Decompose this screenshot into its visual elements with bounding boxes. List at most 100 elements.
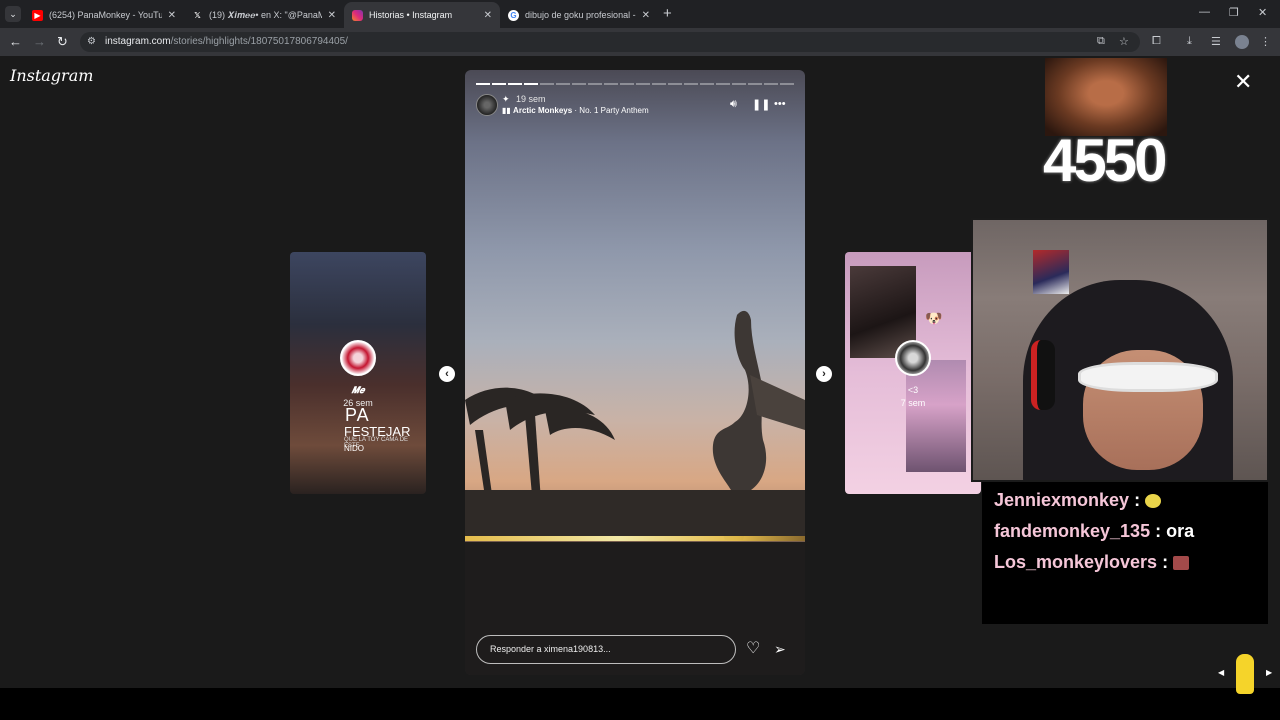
progress-segment xyxy=(476,83,490,85)
progress-segment xyxy=(732,83,746,85)
story-photo xyxy=(906,360,966,472)
story-time: 19 sem xyxy=(516,94,546,104)
progress-segment xyxy=(668,83,682,85)
progress-segment xyxy=(508,83,522,85)
heart-icon[interactable]: ♡ xyxy=(746,640,760,658)
restore-icon[interactable]: ❐ xyxy=(1229,6,1239,19)
instagram-logo[interactable]: Instagram xyxy=(10,66,93,85)
more-options-icon[interactable]: ••• xyxy=(774,98,786,110)
chat-user: fandemonkey_135 xyxy=(994,521,1151,541)
tab-google[interactable]: G dibujo de goku profesional - Bu ✕ xyxy=(500,2,658,28)
taskbar-area xyxy=(0,688,1280,720)
music-song: · No. 1 Party Anthem xyxy=(572,106,649,115)
webcam-overlay xyxy=(971,218,1269,482)
address-bar[interactable]: ⚙ instagram.com/stories/highlights/18075… xyxy=(80,32,1140,52)
close-icon[interactable]: ✕ xyxy=(168,10,176,21)
progress-segment xyxy=(700,83,714,85)
headset xyxy=(1031,340,1055,410)
reply-input[interactable]: Responder a ximena190813... xyxy=(476,635,736,664)
progress-segment xyxy=(572,83,586,85)
tab-title: dibujo de goku profesional - Bu xyxy=(525,10,636,20)
profile-avatar[interactable] xyxy=(1235,35,1249,49)
x-icon: 𝕏 xyxy=(194,10,201,20)
emote-icon xyxy=(1173,556,1190,571)
tab-title: (6254) PanaMonkey - YouTube xyxy=(49,10,162,20)
next-story-chevron-icon[interactable]: › xyxy=(816,366,832,382)
browser-toolbar: ← → ↻ ⚙ instagram.com/stories/highlights… xyxy=(0,28,1280,56)
close-icon[interactable]: ✕ xyxy=(328,10,336,21)
mascot-arm-icon: ◀ xyxy=(1218,668,1225,677)
reload-button[interactable]: ↻ xyxy=(57,34,68,50)
new-tab-button[interactable]: + xyxy=(663,5,672,22)
progress-segment xyxy=(780,83,794,85)
story-time: 7 sem xyxy=(900,398,926,408)
progress-segment xyxy=(716,83,730,85)
progress-segment xyxy=(684,83,698,85)
story-user-name: 𝑴𝒆 xyxy=(351,385,365,395)
emote-icon xyxy=(1145,494,1162,509)
progress-segment xyxy=(524,83,538,85)
youtube-icon: ▶ xyxy=(32,9,43,21)
instagram-icon xyxy=(352,9,363,21)
tab-instagram[interactable]: Historias • Instagram ✕ xyxy=(344,2,500,28)
story-image xyxy=(465,310,805,675)
sunglasses xyxy=(1078,362,1218,392)
progress-segment xyxy=(636,83,650,85)
send-icon[interactable]: ➢ xyxy=(774,642,786,656)
chat-message: Los_monkeylovers : xyxy=(994,552,1190,573)
story-music-label[interactable]: ▮▮ Arctic Monkeys · No. 1 Party Anthem xyxy=(502,106,649,115)
avatar xyxy=(340,340,376,376)
story-text: NIDO xyxy=(344,444,364,453)
progress-segment xyxy=(748,83,762,85)
forward-button[interactable]: → xyxy=(33,34,46,50)
music-artist: Arctic Monkeys xyxy=(513,106,573,115)
progress-segment xyxy=(492,83,506,85)
tab-x[interactable]: 𝕏 (19) 𝑿𝒊𝒎𝒆𝒆• en X: "@PanaMo ✕ xyxy=(184,2,344,28)
snoopy-sticker-icon: 🐶 xyxy=(925,310,943,326)
volume-icon[interactable]: 🔊︎ xyxy=(730,98,737,111)
install-app-icon[interactable]: ⧉ xyxy=(1097,35,1105,48)
star-icon: ✦ xyxy=(502,94,510,104)
tab-title: Historias • Instagram xyxy=(369,10,453,20)
minimize-icon[interactable]: — xyxy=(1199,6,1210,18)
site-info-icon[interactable]: ⚙ xyxy=(87,36,96,47)
previous-story-preview[interactable]: 𝑴𝒆 26 sem PA FESTEJAR QUE LA TOY CAMA DE… xyxy=(290,252,426,494)
progress-segment xyxy=(764,83,778,85)
chat-user: Los_monkeylovers xyxy=(994,552,1158,572)
progress-segment xyxy=(556,83,570,85)
progress-segment xyxy=(604,83,618,85)
stream-chat: Jenniexmonkey : fandemonkey_135 : ora Lo… xyxy=(982,482,1268,624)
chat-text: ora xyxy=(1166,521,1195,541)
download-icon[interactable]: ⤓ xyxy=(1187,35,1192,48)
avatar xyxy=(895,340,931,376)
extensions-icon[interactable]: ⧠ xyxy=(1152,35,1161,48)
active-story[interactable]: ✦ 19 sem ▮▮ Arctic Monkeys · No. 1 Party… xyxy=(465,70,805,675)
progress-segment xyxy=(540,83,554,85)
close-icon[interactable]: ✕ xyxy=(642,10,650,21)
chat-message: Jenniexmonkey : xyxy=(994,490,1162,511)
avatar[interactable] xyxy=(476,94,498,116)
pause-icon[interactable]: ❚❚ xyxy=(752,98,770,111)
tab-search-button[interactable]: ⌄ xyxy=(5,6,21,22)
previous-story-chevron-icon[interactable]: ‹ xyxy=(439,366,455,382)
music-bars-icon: ▮▮ xyxy=(502,106,511,115)
progress-segment xyxy=(652,83,666,85)
back-button[interactable]: ← xyxy=(9,34,22,50)
progress-segment xyxy=(620,83,634,85)
close-stories-icon[interactable]: ✕ xyxy=(1234,71,1252,93)
meme-counter: 4550 xyxy=(1043,127,1167,194)
bookmark-star-icon[interactable]: ☆ xyxy=(1119,35,1129,48)
window-close-icon[interactable]: ✕ xyxy=(1258,6,1267,19)
tab-youtube[interactable]: ▶ (6254) PanaMonkey - YouTube ✕ xyxy=(24,2,184,28)
story-text: PA xyxy=(345,405,370,425)
meme-image xyxy=(1045,58,1167,136)
chat-user: Jenniexmonkey xyxy=(994,490,1130,510)
banana-mascot-icon xyxy=(1236,654,1254,694)
browser-menu-icon[interactable]: ⋮ xyxy=(1260,35,1271,48)
close-icon[interactable]: ✕ xyxy=(484,10,492,21)
tab-title: (19) 𝑿𝒊𝒎𝒆𝒆• en X: "@PanaMo xyxy=(209,9,322,20)
wall-poster xyxy=(1033,250,1069,294)
next-story-preview[interactable]: 🐶 <3 7 sem xyxy=(845,252,981,494)
media-controls-icon[interactable]: ☰ xyxy=(1211,35,1221,48)
progress-segment xyxy=(588,83,602,85)
